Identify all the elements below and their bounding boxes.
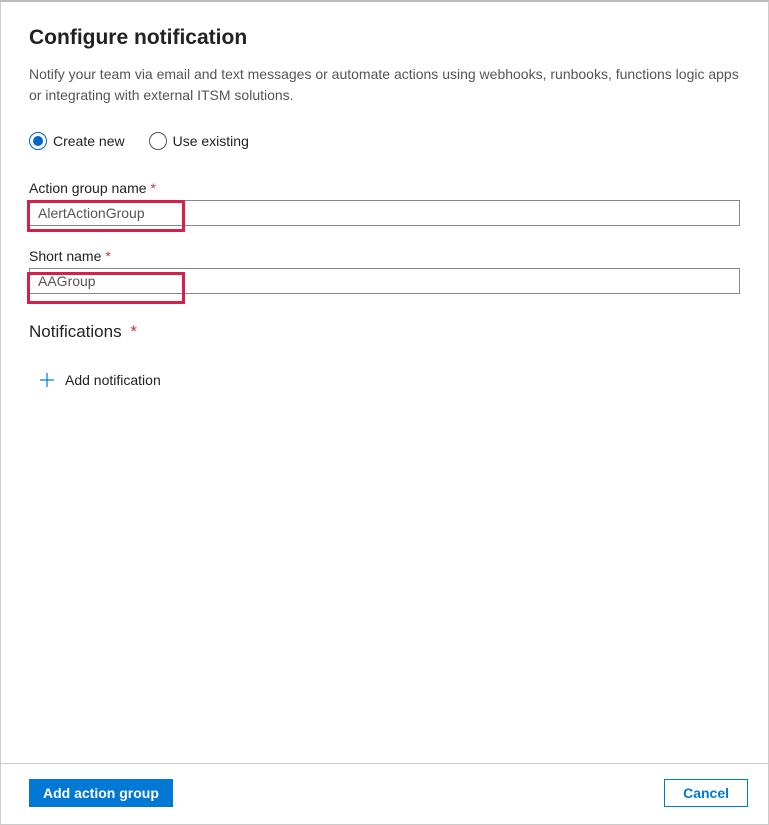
action-group-name-input[interactable] xyxy=(29,200,740,226)
page-title: Configure notification xyxy=(29,26,740,50)
required-marker: * xyxy=(130,322,137,341)
radio-create-new[interactable]: Create new xyxy=(29,132,125,150)
short-name-field: Short name * xyxy=(29,248,740,294)
add-action-group-button[interactable]: Add action group xyxy=(29,779,173,807)
action-group-name-label: Action group name * xyxy=(29,180,740,196)
short-name-label: Short name * xyxy=(29,248,740,264)
add-notification-label: Add notification xyxy=(65,372,161,388)
cancel-button[interactable]: Cancel xyxy=(664,779,748,807)
radio-create-new-label: Create new xyxy=(53,133,125,149)
add-notification-button[interactable]: Add notification xyxy=(29,368,740,392)
page-description: Notify your team via email and text mess… xyxy=(29,64,740,106)
radio-icon-selected xyxy=(29,132,47,150)
notifications-section-title: Notifications * xyxy=(29,322,740,342)
radio-use-existing-label: Use existing xyxy=(173,133,249,149)
short-name-input[interactable] xyxy=(29,268,740,294)
required-marker: * xyxy=(105,248,110,264)
action-group-name-field: Action group name * xyxy=(29,180,740,226)
radio-use-existing[interactable]: Use existing xyxy=(149,132,249,150)
mode-radio-group: Create new Use existing xyxy=(29,132,740,150)
radio-icon-unselected xyxy=(149,132,167,150)
required-marker: * xyxy=(151,180,156,196)
plus-icon xyxy=(39,372,55,388)
footer: Add action group Cancel xyxy=(1,763,768,824)
